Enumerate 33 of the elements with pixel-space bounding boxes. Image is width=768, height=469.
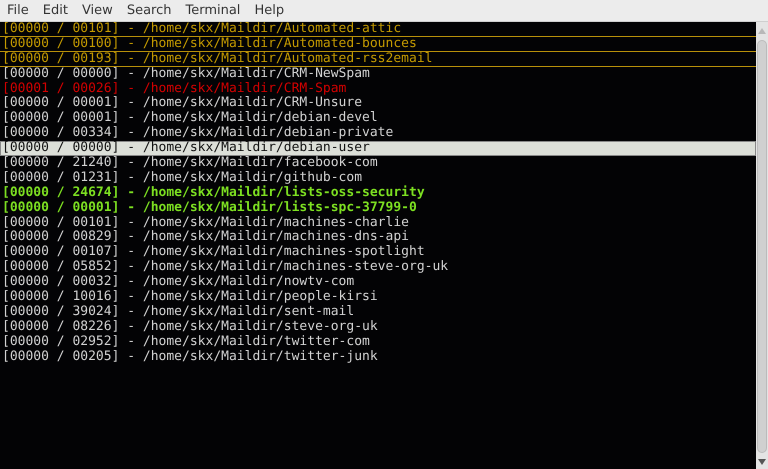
mailbox-row[interactable]: [00000 / 24674] - /home/skx/Maildir/lists-oss-security: [0, 186, 756, 201]
mailbox-row[interactable]: [00000 / 00101] - /home/skx/Maildir/machines-charlie: [0, 216, 756, 230]
mailbox-row[interactable]: [00000 / 00000] - /home/skx/Maildir/CRM-NewSpam: [0, 66, 756, 82]
mailbox-row[interactable]: [00000 / 00001] - /home/skx/Maildir/lists-spc-37799-0: [0, 200, 756, 216]
menu-item[interactable]: Help: [254, 3, 284, 18]
mailbox-row[interactable]: [00000 / 01231] - /home/skx/Maildir/github-com: [0, 170, 756, 186]
scroll-up-icon[interactable]: [758, 28, 766, 34]
mailbox-row[interactable]: [00000 / 10016] - /home/skx/Maildir/people-kirsi: [0, 290, 756, 305]
mailbox-row[interactable]: [00000 / 00000] - /home/skx/Maildir/debian-user: [0, 141, 756, 156]
menu-item[interactable]: File: [7, 3, 29, 18]
mailbox-row[interactable]: [00000 / 00001] - /home/skx/Maildir/CRM-Unsure: [0, 96, 756, 112]
mailbox-row[interactable]: [00000 / 21240] - /home/skx/Maildir/facebook-com: [0, 156, 756, 171]
menu-item[interactable]: Search: [126, 3, 172, 18]
mailbox-row[interactable]: [00001 / 00026] - /home/skx/Maildir/CRM-Spam: [0, 82, 756, 96]
mailbox-row[interactable]: [00000 / 00100] - /home/skx/Maildir/Automated-bounces: [0, 36, 756, 52]
mailbox-row[interactable]: [00000 / 00334] - /home/skx/Maildir/debian-private: [0, 126, 756, 142]
mailbox-row[interactable]: [00000 / 00107] - /home/skx/Maildir/machines-spotlight: [0, 245, 756, 260]
scroll-down-icon[interactable]: [758, 459, 766, 465]
mailbox-row[interactable]: [00000 / 00829] - /home/skx/Maildir/machines-dns-api: [0, 230, 756, 246]
scrollbar-thumb[interactable]: [757, 40, 767, 453]
menu-item[interactable]: View: [82, 3, 113, 18]
mailbox-row[interactable]: [00000 / 39024] - /home/skx/Maildir/sent-mail: [0, 304, 756, 320]
menu-item[interactable]: Edit: [42, 3, 68, 18]
mailbox-row[interactable]: [00000 / 02952] - /home/skx/Maildir/twitter-com: [0, 334, 756, 350]
mailbox-row[interactable]: [00000 / 00032] - /home/skx/Maildir/nowtv-com: [0, 275, 756, 290]
mailbox-row[interactable]: [00000 / 05852] - /home/skx/Maildir/machines-steve-org-uk: [0, 260, 756, 276]
mailbox-row[interactable]: [00000 / 00001] - /home/skx/Maildir/debian-devel: [0, 111, 756, 126]
mailbox-row[interactable]: [00000 / 00101] - /home/skx/Maildir/Automated-attic: [0, 22, 756, 37]
menu-item[interactable]: Terminal: [185, 3, 240, 18]
scrollbar[interactable]: [756, 22, 768, 469]
mailbox-row[interactable]: [00000 / 00205] - /home/skx/Maildir/twitter-junk: [0, 350, 756, 364]
mailbox-row[interactable]: [00000 / 00193] - /home/skx/Maildir/Automated-rss2email: [0, 52, 756, 67]
mailbox-row[interactable]: [00000 / 08226] - /home/skx/Maildir/steve-org-uk: [0, 320, 756, 335]
